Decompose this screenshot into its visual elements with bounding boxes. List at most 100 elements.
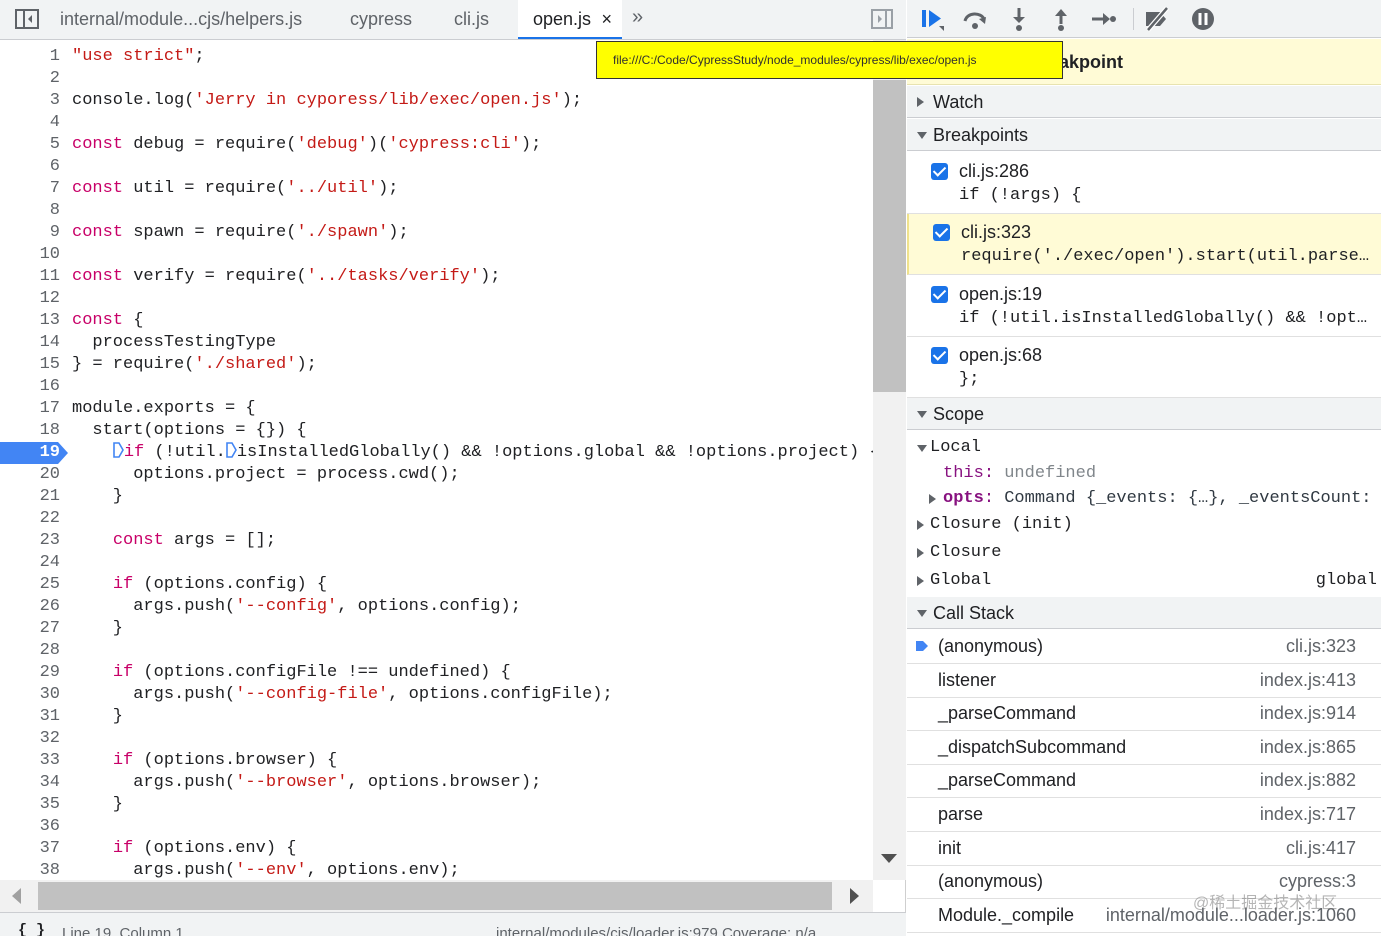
breakpoints-section-header[interactable]: Breakpoints: [907, 119, 1381, 151]
watch-section-header[interactable]: Watch: [907, 86, 1381, 118]
code-line[interactable]: 8: [0, 200, 873, 222]
line-number[interactable]: 17: [0, 398, 60, 420]
code-line[interactable]: 29 if (options.configFile !== undefined)…: [0, 662, 873, 684]
line-number[interactable]: 28: [0, 640, 60, 662]
more-tabs-icon[interactable]: »: [632, 6, 643, 29]
step-over-icon[interactable]: [961, 6, 989, 32]
scope-closure-init[interactable]: Closure (init): [907, 512, 1381, 538]
line-number[interactable]: 34: [0, 772, 60, 794]
toggle-navigator-icon[interactable]: [14, 8, 40, 30]
breakpoint-checkbox[interactable]: [931, 163, 948, 180]
code-line[interactable]: 7 const util = require('../util');: [0, 178, 873, 200]
line-number[interactable]: 22: [0, 508, 60, 530]
line-number[interactable]: 26: [0, 596, 60, 618]
call-frame-location[interactable]: index.js:914: [1260, 697, 1356, 729]
call-frame-location[interactable]: cli.js:323: [1286, 630, 1356, 662]
line-number[interactable]: 9: [0, 222, 60, 244]
code-line[interactable]: 12: [0, 288, 873, 310]
code-line[interactable]: 15} = require('./shared');: [0, 354, 873, 376]
code-line[interactable]: 9 const spawn = require('./spawn');: [0, 222, 873, 244]
line-number[interactable]: 20: [0, 464, 60, 486]
code-line[interactable]: 21 }: [0, 486, 873, 508]
code-line[interactable]: 11 const verify = require('../tasks/verif…: [0, 266, 873, 288]
code-line[interactable]: 33 if (options.browser) {: [0, 750, 873, 772]
line-number[interactable]: 12: [0, 288, 60, 310]
line-number[interactable]: 15: [0, 354, 60, 376]
breakpoint-item[interactable]: cli.js:323 require('./exec/open').start(u…: [907, 214, 1381, 275]
code-line[interactable]: 22: [0, 508, 873, 530]
call-frame[interactable]: _parseCommand index.js:882: [907, 764, 1381, 798]
code-line[interactable]: 27 }: [0, 618, 873, 640]
line-number[interactable]: 24: [0, 552, 60, 574]
tab-cli-js[interactable]: cli.js: [454, 0, 514, 39]
breakpoint-item[interactable]: cli.js:286 if (!args) {: [907, 153, 1381, 214]
line-number[interactable]: 11: [0, 266, 60, 288]
call-frame-location[interactable]: cli.js:417: [1286, 832, 1356, 864]
toggle-debugger-icon[interactable]: [870, 8, 894, 30]
scroll-left-icon[interactable]: [12, 888, 21, 904]
line-number[interactable]: 30: [0, 684, 60, 706]
code-line[interactable]: 25 if (options.config) {: [0, 574, 873, 596]
inline-breakpoint-icon[interactable]: [226, 442, 237, 458]
scope-global[interactable]: Global global: [907, 568, 1381, 594]
call-frame[interactable]: _dispatchSubcommand index.js:865: [907, 731, 1381, 765]
call-frame[interactable]: init cli.js:417: [907, 832, 1381, 866]
code-line[interactable]: 38 args.push('--env', options.env);: [0, 860, 873, 880]
deactivate-breakpoints-icon[interactable]: [1143, 6, 1171, 32]
scope-this-row[interactable]: this: undefined: [907, 461, 1381, 487]
step-icon[interactable]: [1089, 6, 1117, 32]
code-line[interactable]: 10: [0, 244, 873, 266]
call-frame[interactable]: (anonymous) cli.js:323: [907, 630, 1381, 664]
resume-icon[interactable]: [919, 6, 947, 32]
code-line[interactable]: 26 args.push('--config', options.config)…: [0, 596, 873, 618]
code-line[interactable]: 13 const {: [0, 310, 873, 332]
breakpoint-marker-icon[interactable]: [113, 442, 124, 458]
line-number[interactable]: 13: [0, 310, 60, 332]
code-line[interactable]: 18 start(options = {}) {: [0, 420, 873, 442]
code-line[interactable]: 14 processTestingType: [0, 332, 873, 354]
vertical-scrollbar[interactable]: [873, 40, 906, 880]
call-stack-section-header[interactable]: Call Stack: [907, 597, 1381, 629]
line-number[interactable]: 4: [0, 112, 60, 134]
line-number[interactable]: 1: [0, 46, 60, 68]
code-line[interactable]: 34 args.push('--browser', options.browse…: [0, 772, 873, 794]
code-line[interactable]: 5 const debug = require('debug')('cypress…: [0, 134, 873, 156]
call-frame-location[interactable]: index.js:882: [1260, 764, 1356, 796]
line-number[interactable]: 6: [0, 156, 60, 178]
horizontal-scroll-thumb[interactable]: [38, 882, 832, 910]
close-tab-icon[interactable]: ×: [601, 0, 612, 39]
code-line[interactable]: 31 }: [0, 706, 873, 728]
line-number[interactable]: 16: [0, 376, 60, 398]
line-number[interactable]: 7: [0, 178, 60, 200]
line-number[interactable]: 8: [0, 200, 60, 222]
code-line[interactable]: 37 if (options.env) {: [0, 838, 873, 860]
code-line[interactable]: 28: [0, 640, 873, 662]
code-line[interactable]: 35 }: [0, 794, 873, 816]
scope-opts-row[interactable]: opts: Command {_events: {…}, _eventsCoun…: [907, 486, 1381, 512]
line-number[interactable]: 32: [0, 728, 60, 750]
call-frame-location[interactable]: index.js:865: [1260, 731, 1356, 763]
code-line[interactable]: 23 const args = [];: [0, 530, 873, 552]
line-number[interactable]: 2: [0, 68, 60, 90]
line-number[interactable]: 29: [0, 662, 60, 684]
horizontal-scrollbar[interactable]: [0, 880, 873, 912]
breakpoint-checkbox[interactable]: [931, 286, 948, 303]
scope-section-header[interactable]: Scope: [907, 398, 1381, 430]
call-frame[interactable]: listener index.js:413: [907, 664, 1381, 698]
line-number[interactable]: 35: [0, 794, 60, 816]
breakpoint-item[interactable]: open.js:19 if (!util.isInstalledGlobally(…: [907, 276, 1381, 337]
line-number[interactable]: 38: [0, 860, 60, 880]
call-frame[interactable]: parse index.js:717: [907, 798, 1381, 832]
code-editor[interactable]: 1 "use strict"; 2 3 console.log('Jerry in cy…: [0, 40, 873, 880]
code-line[interactable]: 3 console.log('Jerry in cyporess/lib/exec…: [0, 90, 873, 112]
scope-closure[interactable]: Closure: [907, 540, 1381, 566]
line-number[interactable]: 18: [0, 420, 60, 442]
step-into-icon[interactable]: [1005, 6, 1033, 32]
code-line[interactable]: 24: [0, 552, 873, 574]
line-number[interactable]: 36: [0, 816, 60, 838]
tab-cypress[interactable]: cypress: [350, 0, 430, 39]
line-number[interactable]: 33: [0, 750, 60, 772]
code-line[interactable]: 6: [0, 156, 873, 178]
line-number[interactable]: 14: [0, 332, 60, 354]
coverage-status[interactable]: internal/modules/cjs/loader.js:979 Cover…: [496, 925, 816, 936]
